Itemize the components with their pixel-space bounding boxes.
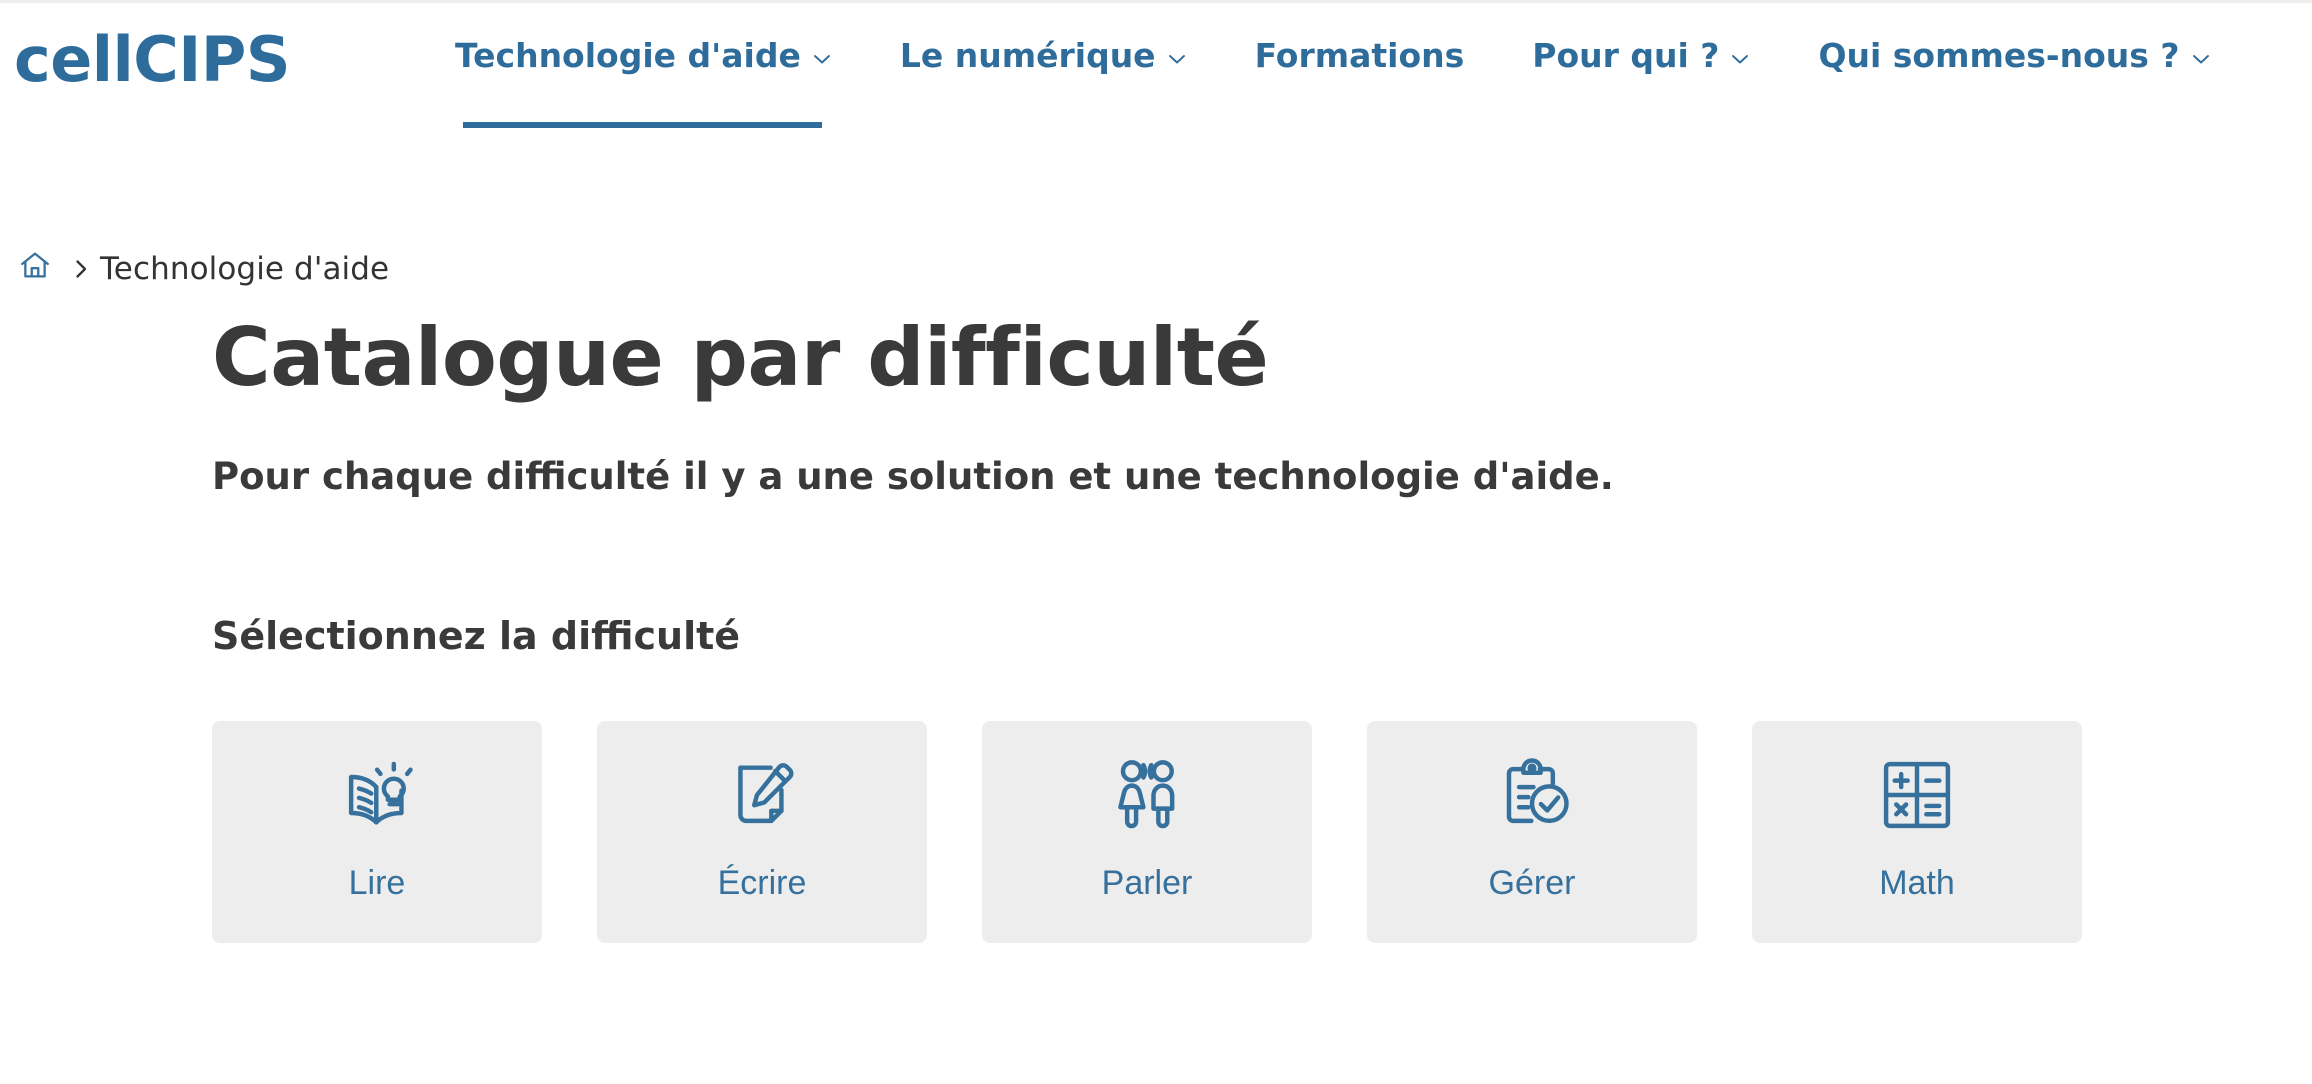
chevron-down-icon <box>2191 49 2211 69</box>
nav-item-label: Le numérique <box>899 36 1156 75</box>
difficulty-card-math[interactable]: Math <box>1752 721 2082 944</box>
chevron-right-icon <box>64 252 98 286</box>
calculator-operations-icon <box>1869 747 1965 843</box>
difficulty-card-label: Math <box>1879 864 1955 903</box>
difficulty-card-list: Lire Écrire Parler Gérer Math <box>212 721 2112 944</box>
main-content: Catalogue par difficulté Pour chaque dif… <box>212 311 2112 944</box>
site-header: cellCIPS Technologie d'aide Le numérique <box>0 3 2312 143</box>
nav-item-label: Qui sommes-nous ? <box>1818 36 2180 75</box>
difficulty-card-label: Parler <box>1101 864 1193 903</box>
difficulty-card-gerer[interactable]: Gérer <box>1367 721 1697 944</box>
difficulty-card-ecrire[interactable]: Écrire <box>597 721 927 944</box>
chevron-down-icon <box>1167 49 1187 69</box>
nav-item-formations[interactable]: Formations <box>1255 31 1465 76</box>
document-pencil-icon <box>714 747 810 843</box>
page-title: Catalogue par difficulté <box>212 311 1269 404</box>
difficulty-card-label: Écrire <box>717 864 807 903</box>
two-people-speaking-icon <box>1099 747 1195 843</box>
nav-item-label: Technologie d'aide <box>455 36 801 75</box>
page-lede: Pour chaque difficulté il y a une soluti… <box>212 455 1614 498</box>
chevron-down-icon <box>1730 49 1750 69</box>
home-icon <box>18 248 52 290</box>
difficulty-card-parler[interactable]: Parler <box>982 721 1312 944</box>
difficulty-card-lire[interactable]: Lire <box>212 721 542 944</box>
nav-item-le-numerique[interactable]: Le numérique <box>900 31 1187 76</box>
nav-item-label: Pour qui ? <box>1532 36 1720 75</box>
brand-logo[interactable]: cellCIPS <box>14 29 290 91</box>
breadcrumb-current-page: Technologie d'aide <box>100 251 390 287</box>
open-book-lightbulb-icon <box>329 747 425 843</box>
breadcrumb-home-link[interactable] <box>14 248 56 290</box>
main-navigation: Technologie d'aide Le numérique Formatio… <box>455 31 2211 129</box>
breadcrumb: Technologie d'aide <box>14 248 389 290</box>
nav-item-qui-sommes-nous[interactable]: Qui sommes-nous ? <box>1818 31 2210 76</box>
nav-item-label: Formations <box>1254 36 1465 75</box>
difficulty-card-label: Lire <box>348 864 406 903</box>
section-title-select-difficulty: Sélectionnez la difficulté <box>212 613 741 658</box>
nav-item-technologie-daide[interactable]: Technologie d'aide <box>455 31 832 129</box>
page-root: cellCIPS Technologie d'aide Le numérique <box>0 0 2312 1084</box>
nav-item-pour-qui[interactable]: Pour qui ? <box>1532 31 1750 76</box>
clipboard-check-icon <box>1484 747 1580 843</box>
difficulty-card-label: Gérer <box>1488 864 1576 903</box>
chevron-down-icon <box>812 49 832 69</box>
